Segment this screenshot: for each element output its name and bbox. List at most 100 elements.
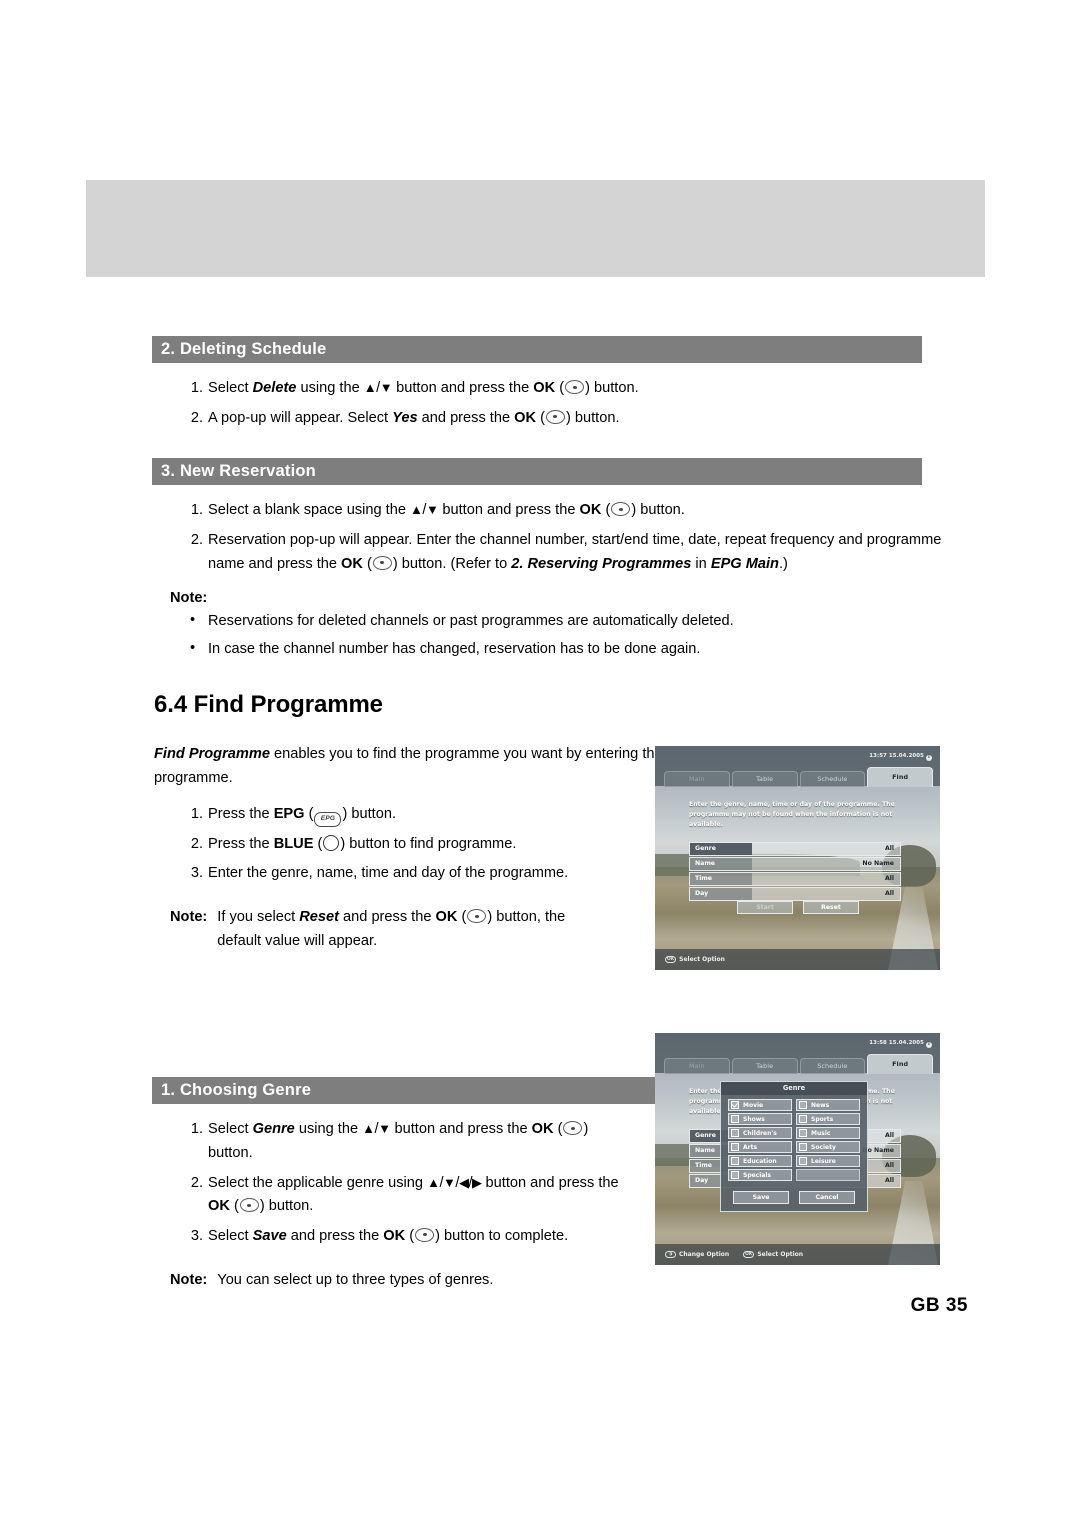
hint-label: Select Option [679, 956, 725, 963]
save-button[interactable]: Save [733, 1191, 789, 1204]
checkbox-icon [799, 1129, 807, 1137]
up-down-arrows-icon: ▲/▼ [363, 380, 393, 396]
up-down-arrows-icon: ▲/▼ [410, 502, 439, 519]
reset-button[interactable]: Reset [803, 901, 859, 914]
section-title: 3. New Reservation [161, 462, 316, 481]
genre-option-childrens[interactable]: Children's [726, 1127, 794, 1141]
form-label: Day [690, 888, 752, 900]
step-text: Enter the genre, name, time and day of t… [208, 865, 569, 882]
step-number: 2. [190, 1174, 203, 1191]
note-bullets-new-reservation: • Reservations for deleted channels or p… [152, 610, 942, 661]
step-text: Reservation pop-up will appear. Enter th… [208, 531, 942, 572]
option-label: Movie [743, 1101, 764, 1109]
step-text: Select Delete using the ▲/▼ button and p… [208, 380, 639, 396]
genre-option-music[interactable]: Music [794, 1127, 862, 1141]
ok-key-icon: OK [743, 1251, 755, 1258]
step-text: Select a blank space using the ▲/▼ butto… [208, 502, 685, 518]
form-value: All [884, 890, 894, 897]
section-title: 1. Choosing Genre [161, 1081, 312, 1100]
list-item: 1. Select Genre using the ▲/▼ button and… [152, 1118, 632, 1165]
cancel-button[interactable]: Cancel [799, 1191, 855, 1204]
step-number: 3. [190, 865, 203, 882]
up-down-arrows-icon: ▲/▼ [362, 1121, 391, 1138]
tab-main[interactable]: Main [664, 1058, 730, 1074]
list-item: 1. Select a blank space using the ▲/▼ bu… [152, 499, 942, 523]
tab-main[interactable]: Main [664, 771, 730, 787]
page-number: GB 35 [910, 1295, 968, 1316]
note-heading: Note: [152, 590, 942, 606]
option-label: Specials [743, 1171, 771, 1179]
steps-deleting-schedule: 1. Select Delete using the ▲/▼ button an… [152, 377, 942, 430]
step-text: Press the EPG (EPG) button. [208, 806, 396, 827]
step-number: 2. [190, 409, 203, 426]
list-item: 2. A pop-up will appear. Select Yes and … [152, 407, 942, 431]
form-row-name[interactable]: Name No Name [689, 857, 901, 871]
ok-key-icon: OK [665, 956, 677, 963]
hint-change-option: ◑ Change Option [665, 1251, 729, 1258]
form-row-time[interactable]: Time All [689, 872, 901, 886]
genre-option-arts[interactable]: Arts [726, 1141, 794, 1155]
step-number: 1. [190, 380, 203, 396]
genre-option-education[interactable]: Education [726, 1155, 794, 1169]
checkbox-icon [731, 1171, 739, 1179]
info-icon: i [926, 755, 932, 761]
tab-find[interactable]: Find [867, 767, 933, 787]
tab-schedule[interactable]: Schedule [799, 1058, 866, 1074]
form-row-genre[interactable]: Genre All [689, 842, 901, 856]
steps-choosing-genre: 1. Select Genre using the ▲/▼ button and… [152, 1118, 632, 1248]
section-title: 2. Deleting Schedule [161, 340, 327, 358]
form-value: All [884, 845, 894, 852]
clock-text: 13:58 15.04.2005 [869, 1040, 924, 1046]
list-item: 1. Select Delete using the ▲/▼ button an… [152, 377, 942, 401]
list-item: • Reservations for deleted channels or p… [152, 610, 942, 634]
genre-option-news[interactable]: News [794, 1099, 862, 1113]
epg-button-icon: EPG [314, 811, 342, 827]
ok-button-icon [372, 555, 392, 570]
note-text: If you select Reset and press the OK () … [217, 909, 566, 949]
dialog-actions: Save Cancel [721, 1185, 867, 1211]
option-label: Music [811, 1129, 831, 1137]
osd-description: Enter the genre, name, time or day of th… [689, 801, 895, 828]
tab-table[interactable]: Table [731, 771, 798, 787]
genre-option-movie[interactable]: Movie [726, 1099, 794, 1113]
option-label: Education [743, 1157, 777, 1165]
list-item: • In case the channel number has changed… [152, 638, 942, 662]
bullet-text: In case the channel number has changed, … [208, 640, 701, 657]
tab-find[interactable]: Find [867, 1054, 933, 1074]
hint-select-option: OK Select Option [743, 1251, 803, 1258]
form-label: Name [690, 858, 752, 870]
form-row-day[interactable]: Day All [689, 887, 901, 901]
list-item: 2. Select the applicable genre using ▲/▼… [152, 1172, 632, 1219]
step-text: A pop-up will appear. Select Yes and pre… [208, 409, 620, 426]
checkbox-icon [799, 1157, 807, 1165]
osd-tab-bar: Main Table Schedule Find [663, 1054, 934, 1074]
ok-button-icon [565, 380, 585, 394]
dialog-title: Genre [721, 1082, 867, 1095]
genre-dialog: Genre Movie News Shows Sports Children's… [720, 1081, 868, 1212]
list-item: 3. Select Save and press the OK () butto… [152, 1225, 632, 1249]
screenshot-epg-genre-dialog: 13:58 15.04.2005 i Main Table Schedule Fi… [655, 1033, 940, 1265]
osd-top-bar: 13:58 15.04.2005 i Main Table Schedule Fi… [655, 1033, 940, 1074]
form-label: Time [690, 873, 752, 885]
ok-button-icon [239, 1198, 259, 1213]
genre-option-sports[interactable]: Sports [794, 1113, 862, 1127]
bullet-dot: • [190, 639, 196, 656]
tab-schedule[interactable]: Schedule [799, 771, 866, 787]
genre-option-leisure[interactable]: Leisure [794, 1155, 862, 1169]
ok-button-icon [415, 1227, 435, 1242]
step-number: 3. [190, 1227, 203, 1244]
ok-button-icon [563, 1121, 583, 1136]
step-text: Select Save and press the OK () button t… [208, 1227, 569, 1244]
genre-option-specials[interactable]: Specials [726, 1169, 794, 1183]
note-label: Note: [170, 909, 208, 926]
checkbox-checked-icon [731, 1101, 739, 1109]
option-label: Sports [811, 1115, 834, 1123]
find-actions: Start Reset [737, 901, 859, 914]
start-button[interactable]: Start [737, 901, 793, 914]
genre-option-society[interactable]: Society [794, 1141, 862, 1155]
step-number: 1. [190, 502, 203, 519]
tab-table[interactable]: Table [731, 1058, 798, 1074]
step-text: Select Genre using the ▲/▼ button and pr… [208, 1121, 588, 1161]
genre-option-shows[interactable]: Shows [726, 1113, 794, 1127]
page-header-band [86, 180, 985, 277]
